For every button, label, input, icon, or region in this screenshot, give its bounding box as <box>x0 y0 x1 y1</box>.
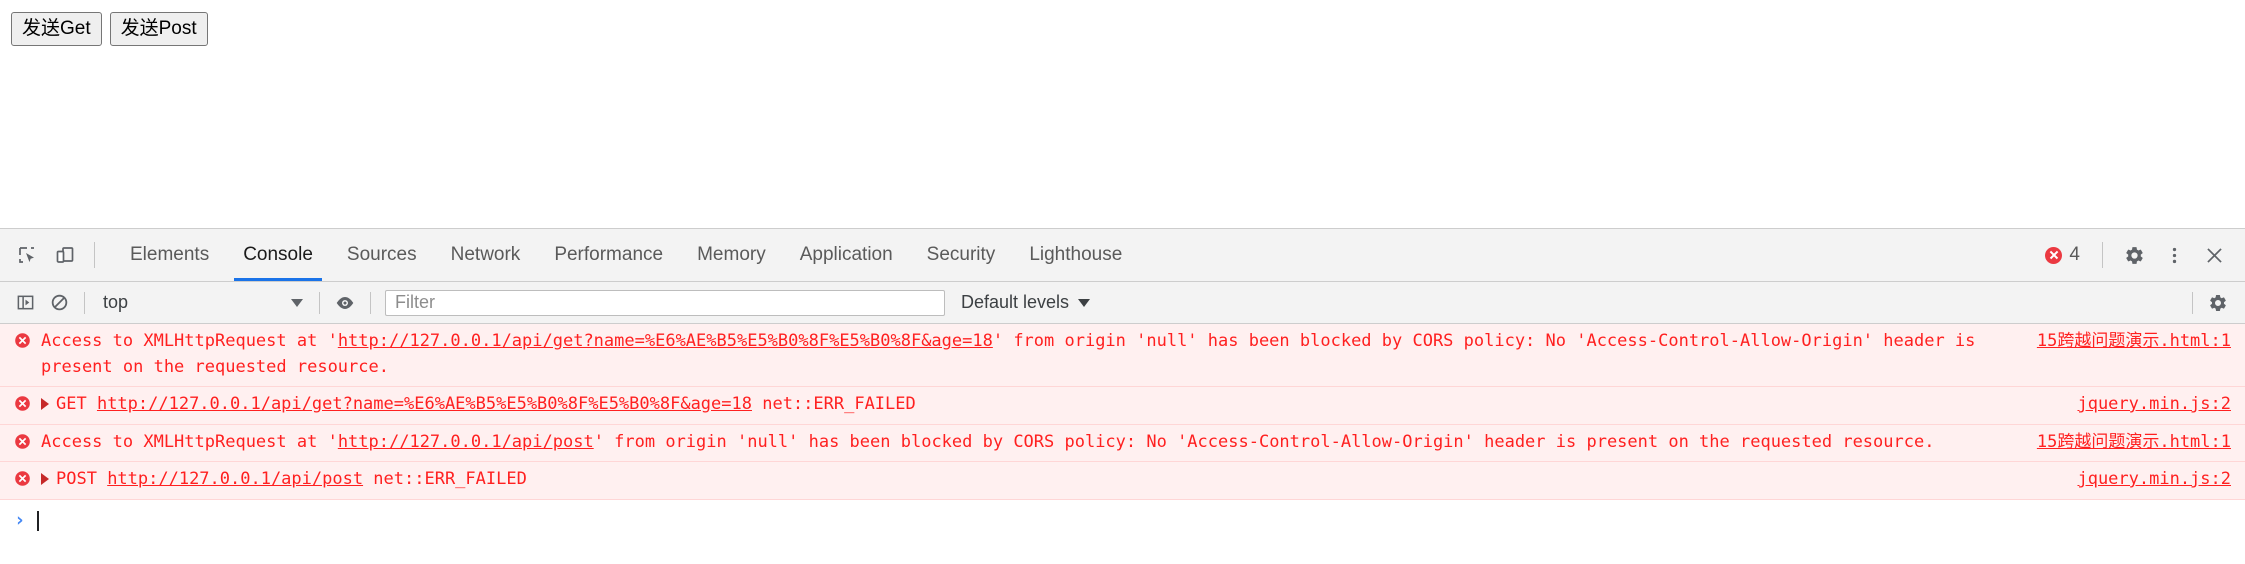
tab-sources[interactable]: Sources <box>330 229 434 281</box>
devtools-close-button[interactable] <box>2195 236 2233 274</box>
console-message-text: GET http://127.0.0.1/api/get?name=%E6%AE… <box>56 392 2077 418</box>
console-filter-actions <box>2184 288 2245 318</box>
error-circle-icon <box>15 471 30 486</box>
error-circle-icon <box>15 396 30 411</box>
send-get-button[interactable]: 发送Get <box>11 12 102 46</box>
console-message-icon <box>14 470 31 487</box>
console-message-url-link[interactable]: http://127.0.0.1/api/post <box>107 469 363 489</box>
devtools-tabbar-actions: 4 <box>2035 236 2245 274</box>
tab-elements[interactable]: Elements <box>113 229 226 281</box>
inspect-element-button[interactable] <box>8 236 46 274</box>
console-sidebar-icon <box>17 295 33 310</box>
console-message-text: POST http://127.0.0.1/api/post net::ERR_… <box>56 467 2077 493</box>
console-filter-toolbar: top Default levels <box>0 282 2245 324</box>
clear-console-icon <box>51 294 67 311</box>
console-message-icon <box>14 433 31 450</box>
more-vertical-icon <box>2172 247 2176 263</box>
expand-message-triangle-icon[interactable] <box>41 398 49 410</box>
console-message-row[interactable]: Access to XMLHttpRequest at 'http://127.… <box>0 424 2245 462</box>
toolbar-divider <box>370 291 371 314</box>
toolbar-divider <box>319 291 320 314</box>
tab-lighthouse[interactable]: Lighthouse <box>1012 229 1139 281</box>
console-message-text-segment: net::ERR_FAILED <box>363 469 527 489</box>
execution-context-select[interactable]: top <box>93 289 311 317</box>
console-message-text-segment: Access to XMLHttpRequest at ' <box>41 431 338 452</box>
toolbar-divider <box>2102 242 2103 268</box>
console-settings-button[interactable] <box>2201 288 2235 318</box>
console-message-row[interactable]: POST http://127.0.0.1/api/post net::ERR_… <box>0 462 2245 500</box>
tab-application[interactable]: Application <box>783 229 910 281</box>
console-message-source-link[interactable]: 15跨越问题演示.html:1 <box>2037 430 2231 456</box>
page-button-group: 发送Get 发送Post <box>11 12 208 46</box>
console-log-levels-select[interactable]: Default levels <box>951 289 1100 317</box>
console-message-text-segment: Access to XMLHttpRequest at ' <box>41 331 338 351</box>
toolbar-divider <box>84 291 85 314</box>
devtools-panel: Elements Console Sources Network Perform… <box>0 228 2245 564</box>
console-message-source-link[interactable]: jquery.min.js:2 <box>2077 392 2231 418</box>
clear-console-button[interactable] <box>42 288 76 318</box>
chevron-down-icon <box>1078 298 1091 307</box>
toolbar-divider <box>94 242 95 268</box>
inspect-element-icon <box>19 247 34 263</box>
devtools-tab-list: Elements Console Sources Network Perform… <box>113 229 1139 281</box>
tab-console[interactable]: Console <box>226 229 330 281</box>
send-post-button[interactable]: 发送Post <box>109 12 208 46</box>
console-message-text-segment: GET <box>56 394 97 414</box>
expand-message-triangle-icon[interactable] <box>41 473 49 485</box>
gear-icon <box>2125 246 2143 264</box>
console-message-text-segment: ' from origin 'null' has been blocked by… <box>593 431 1935 452</box>
console-prompt-arrow-icon: › <box>14 509 26 531</box>
console-message-list: Access to XMLHttpRequest at 'http://127.… <box>0 324 2245 542</box>
chevron-down-icon <box>291 298 303 307</box>
close-icon <box>2206 247 2222 263</box>
eye-icon <box>336 296 354 309</box>
console-message-row[interactable]: GET http://127.0.0.1/api/get?name=%E6%AE… <box>0 387 2245 425</box>
console-message-url-link[interactable]: http://127.0.0.1/api/get?name=%E6%AE%B5%… <box>338 331 993 351</box>
console-sidebar-toggle-button[interactable] <box>8 288 42 318</box>
console-message-text-segment: net::ERR_FAILED <box>751 394 916 414</box>
console-message-url-link[interactable]: http://127.0.0.1/api/post <box>338 432 594 452</box>
devtools-tabbar: Elements Console Sources Network Perform… <box>0 229 2245 282</box>
console-message-row[interactable]: Access to XMLHttpRequest at 'http://127.… <box>0 324 2245 387</box>
error-count-label: 4 <box>2069 244 2080 265</box>
device-toolbar-button[interactable] <box>46 236 84 274</box>
error-circle-icon <box>15 433 30 449</box>
devtools-settings-button[interactable] <box>2115 236 2153 274</box>
console-message-text: Access to XMLHttpRequest at 'http://127.… <box>41 329 2037 380</box>
web-page-content: 发送Get 发送Post <box>0 0 2245 228</box>
gear-icon <box>2210 294 2226 311</box>
console-message-icon <box>14 395 31 412</box>
console-message-icon <box>14 332 31 349</box>
tab-security[interactable]: Security <box>910 229 1013 281</box>
execution-context-label: top <box>103 292 129 312</box>
devtools-more-options-button[interactable] <box>2155 236 2193 274</box>
tab-network[interactable]: Network <box>434 229 538 281</box>
console-filter-input[interactable] <box>385 289 945 316</box>
console-message-url-link[interactable]: http://127.0.0.1/api/get?name=%E6%AE%B5%… <box>97 394 752 414</box>
console-message-text-segment: POST <box>56 469 108 489</box>
console-prompt-row[interactable]: › <box>0 499 2245 542</box>
console-prompt-caret <box>37 510 39 531</box>
error-circle-icon <box>15 333 30 348</box>
toolbar-divider <box>2192 291 2193 314</box>
live-expression-button[interactable] <box>328 288 362 318</box>
log-levels-label: Default levels <box>961 292 1070 312</box>
console-message-source-link[interactable]: jquery.min.js:2 <box>2077 467 2231 493</box>
error-count-badge[interactable]: 4 <box>2035 244 2090 266</box>
tab-performance[interactable]: Performance <box>537 229 680 281</box>
console-message-text: Access to XMLHttpRequest at 'http://127.… <box>41 430 2037 456</box>
device-toolbar-icon <box>56 247 74 263</box>
tab-memory[interactable]: Memory <box>680 229 783 281</box>
error-circle-icon <box>2045 246 2063 264</box>
console-message-source-link[interactable]: 15跨越问题演示.html:1 <box>2037 329 2231 355</box>
